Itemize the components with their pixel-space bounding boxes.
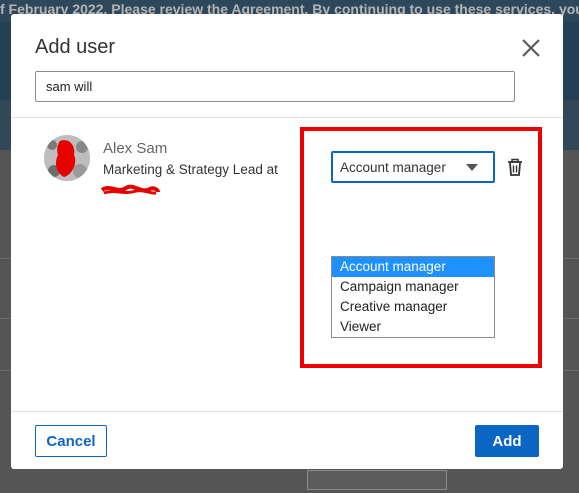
close-icon[interactable] (519, 36, 543, 60)
trash-icon[interactable] (506, 158, 524, 178)
search-input[interactable] (35, 71, 515, 102)
user-job-title: Marketing & Strategy Lead at (103, 162, 278, 177)
role-option-viewer[interactable]: Viewer (332, 317, 494, 337)
chevron-down-icon (466, 164, 478, 171)
add-user-modal: Add user Alex Sam Marketing & Strategy L… (11, 14, 563, 469)
user-name: Alex Sam (103, 140, 168, 157)
header-divider (11, 117, 563, 118)
role-select[interactable]: Account manager (331, 151, 495, 183)
role-select-value: Account manager (340, 160, 446, 175)
cancel-button[interactable]: Cancel (35, 425, 107, 457)
role-option-account-manager[interactable]: Account manager (332, 257, 494, 277)
modal-title: Add user (35, 36, 116, 58)
role-options-list: Account manager Campaign manager Creativ… (331, 256, 495, 338)
role-option-creative-manager[interactable]: Creative manager (332, 297, 494, 317)
background-button (307, 470, 447, 490)
redaction-scribble (100, 180, 160, 198)
avatar (44, 135, 90, 181)
footer-divider (11, 411, 563, 412)
role-option-campaign-manager[interactable]: Campaign manager (332, 277, 494, 297)
add-button[interactable]: Add (475, 425, 539, 457)
